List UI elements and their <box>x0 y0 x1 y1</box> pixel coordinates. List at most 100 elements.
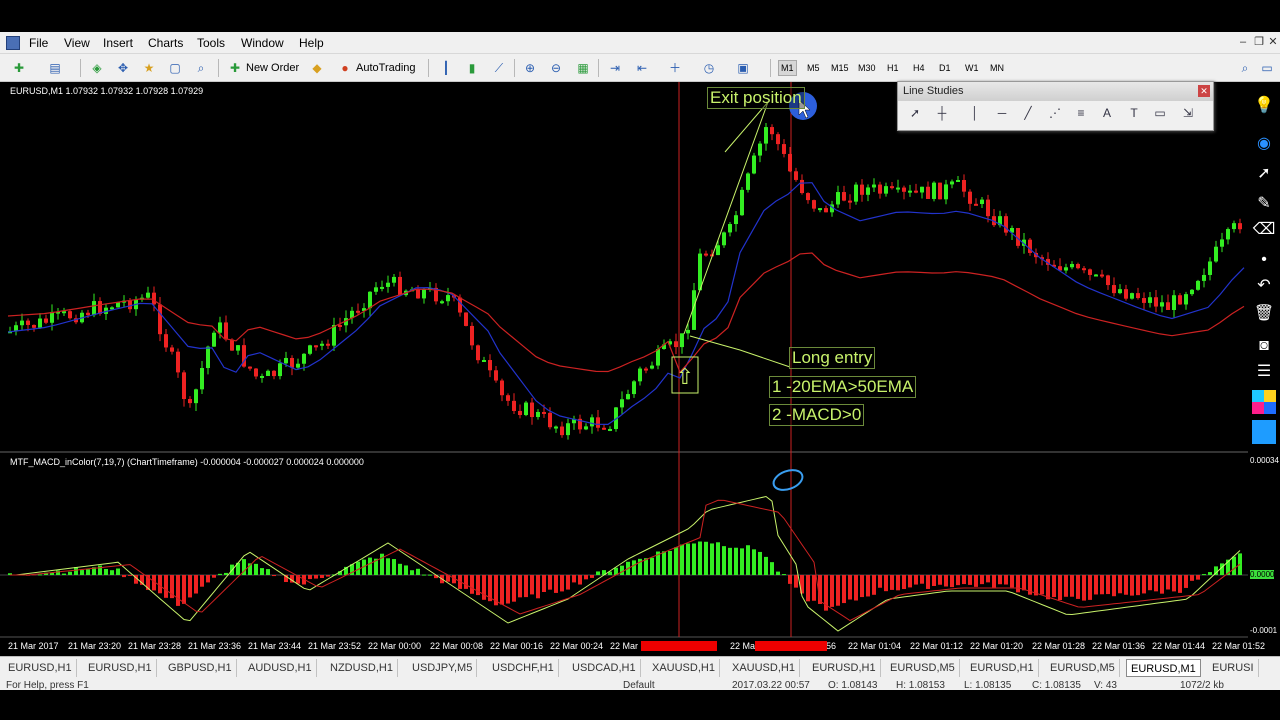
dot-icon[interactable]: • <box>1252 248 1276 272</box>
y-label: 0.00034 <box>1250 456 1279 465</box>
menu-icon[interactable]: ☰ <box>1252 360 1276 384</box>
candle-body <box>422 289 426 299</box>
new-chart-icon[interactable]: ✚ <box>10 59 28 77</box>
chart-shift-icon[interactable]: ⇥ <box>606 59 624 77</box>
chat-icon[interactable]: ▭ <box>1258 59 1276 77</box>
macd-histogram-bar <box>932 575 936 586</box>
new-order-icon[interactable]: ✚ <box>226 59 244 77</box>
chart-tab[interactable]: EURUSD,M5 <box>1046 659 1120 677</box>
candle-body <box>938 182 942 200</box>
channel-icon[interactable]: ≡ <box>1072 106 1090 120</box>
chart-tab[interactable]: GBPUSD,H1 <box>164 659 237 677</box>
rectangle-icon[interactable]: ▭ <box>1151 106 1169 120</box>
rule1-label[interactable]: 1 -20EMA>50EMA <box>769 376 917 398</box>
lightbulb-icon[interactable]: 💡 <box>1252 94 1276 118</box>
chart-tab[interactable]: EURUSD,H1 <box>84 659 157 677</box>
chart-tab[interactable]: XAUUSD,H1 <box>728 659 800 677</box>
rule2-label[interactable]: 2 -MACD>0 <box>769 404 865 426</box>
color-palette-icon[interactable] <box>1252 390 1276 414</box>
timeframe-d1[interactable]: D1 <box>937 60 953 76</box>
bar-chart-icon[interactable]: ┃ <box>437 59 455 77</box>
navigator-icon[interactable]: ✥ <box>114 59 132 77</box>
candlestick-icon[interactable]: ▮ <box>463 59 481 77</box>
crosshair-icon[interactable]: ┼ <box>933 106 951 120</box>
chart-tab[interactable]: USDCHF,H1 <box>488 659 559 677</box>
fibonacci-icon[interactable]: ⋰ <box>1046 106 1064 120</box>
chart-tab[interactable]: EURUSD,H1 <box>4 659 77 677</box>
chart-tabs: EURUSD,H1 EURUSD,H1 GBPUSD,H1 AUDUSD,H1 NZDU… <box>0 656 1280 678</box>
line-studies-header[interactable]: Line Studies ✕ <box>898 82 1213 101</box>
close-icon[interactable]: ✕ <box>1266 36 1280 48</box>
timeframe-mn[interactable]: MN <box>988 60 1006 76</box>
chart-tab[interactable]: EURUSD,H1 <box>966 659 1039 677</box>
menu-view[interactable]: View <box>64 36 90 50</box>
timeframe-w1[interactable]: W1 <box>963 60 981 76</box>
autoscroll-icon[interactable]: ⇤ <box>633 59 651 77</box>
chart-tab[interactable]: EURUSD,M5 <box>886 659 960 677</box>
vertical-line-icon[interactable]: │ <box>966 106 984 120</box>
text-icon[interactable]: A <box>1098 106 1116 120</box>
strategy-tester-icon[interactable]: ⌕ <box>192 59 210 77</box>
restore-icon[interactable]: ❐ <box>1252 36 1266 48</box>
trendline-icon[interactable]: ╱ <box>1019 106 1037 120</box>
timeframe-m30[interactable]: M30 <box>856 60 878 76</box>
candle-body <box>1196 280 1200 290</box>
menu-charts[interactable]: Charts <box>148 36 183 50</box>
menu-file[interactable]: File <box>29 36 48 50</box>
autotrading-button[interactable]: AutoTrading <box>356 59 416 77</box>
chart-canvas[interactable]: ⇧ <box>0 82 1248 656</box>
zoom-in-icon[interactable]: ⊕ <box>521 59 539 77</box>
chart-tab[interactable]: XAUUSD,H1 <box>648 659 720 677</box>
timeframe-m1[interactable]: M1 <box>778 60 797 76</box>
timeframe-h4[interactable]: H4 <box>911 60 927 76</box>
chart-tab[interactable]: AUDUSD,H1 <box>244 659 317 677</box>
candle-body <box>1070 264 1074 268</box>
periods-icon[interactable]: ◷ <box>700 59 718 77</box>
tile-windows-icon[interactable]: ▦ <box>574 59 592 77</box>
chart-tab[interactable]: USDCAD,H1 <box>568 659 641 677</box>
cursor-icon[interactable]: ➚ <box>906 106 924 120</box>
candle-body <box>632 381 636 395</box>
label-icon[interactable]: T <box>1125 106 1143 120</box>
profiles-icon[interactable]: ▤ <box>46 59 64 77</box>
trash-icon[interactable]: 🗑 <box>1252 302 1276 326</box>
search-icon[interactable]: ⌕ <box>1236 59 1254 77</box>
long-entry-label[interactable]: Long entry <box>789 347 876 369</box>
line-chart-icon[interactable]: ⟋ <box>490 59 508 77</box>
arrows-icon[interactable]: ⇲ <box>1179 106 1197 120</box>
menu-tools[interactable]: Tools <box>197 36 225 50</box>
horizontal-line-icon[interactable]: ─ <box>993 106 1011 120</box>
timeframe-h1[interactable]: H1 <box>885 60 901 76</box>
camera-icon[interactable]: ◙ <box>1252 334 1276 358</box>
menu-help[interactable]: Help <box>299 36 324 50</box>
terminal-icon[interactable]: ▢ <box>166 59 184 77</box>
line-studies-close-icon[interactable]: ✕ <box>1198 85 1210 97</box>
macd-histogram-bar <box>596 571 600 575</box>
candle-body <box>1154 297 1158 307</box>
timeframe-m5[interactable]: M5 <box>805 60 822 76</box>
pencil-icon[interactable]: ✎ <box>1252 192 1276 216</box>
templates-icon[interactable]: ▣ <box>734 59 752 77</box>
chart-tab[interactable]: EURUSD,M1 <box>1126 659 1201 677</box>
exit-position-label[interactable]: Exit position <box>707 87 805 109</box>
eraser-icon[interactable]: ⌫ <box>1252 218 1276 242</box>
zoom-out-icon[interactable]: ⊖ <box>547 59 565 77</box>
undo-icon[interactable]: ↶ <box>1252 274 1276 298</box>
color-swatch-icon[interactable] <box>1252 420 1276 444</box>
indicators-icon[interactable]: ＋ <box>666 59 684 77</box>
eye-icon[interactable]: ◉ <box>1252 132 1276 156</box>
market-watch-icon[interactable]: ◈ <box>88 59 106 77</box>
chart-tab[interactable]: NZDUSD,H1 <box>326 659 398 677</box>
metaeditor-icon[interactable]: ◆ <box>308 59 326 77</box>
menu-window[interactable]: Window <box>241 36 284 50</box>
timeframe-m15[interactable]: M15 <box>829 60 851 76</box>
chart-tab[interactable]: EURUSD,H1 <box>808 659 881 677</box>
autotrading-icon[interactable]: ● <box>336 59 354 77</box>
chart-tab[interactable]: USDJPY,M5 <box>408 659 478 677</box>
menu-insert[interactable]: Insert <box>103 36 133 50</box>
pointer-icon[interactable]: ➚ <box>1252 162 1276 186</box>
chart-tab[interactable]: EURUSI <box>1208 659 1259 677</box>
minimize-icon[interactable]: – <box>1236 36 1250 48</box>
new-order-button[interactable]: New Order <box>246 59 299 77</box>
data-window-icon[interactable]: ★ <box>140 59 158 77</box>
